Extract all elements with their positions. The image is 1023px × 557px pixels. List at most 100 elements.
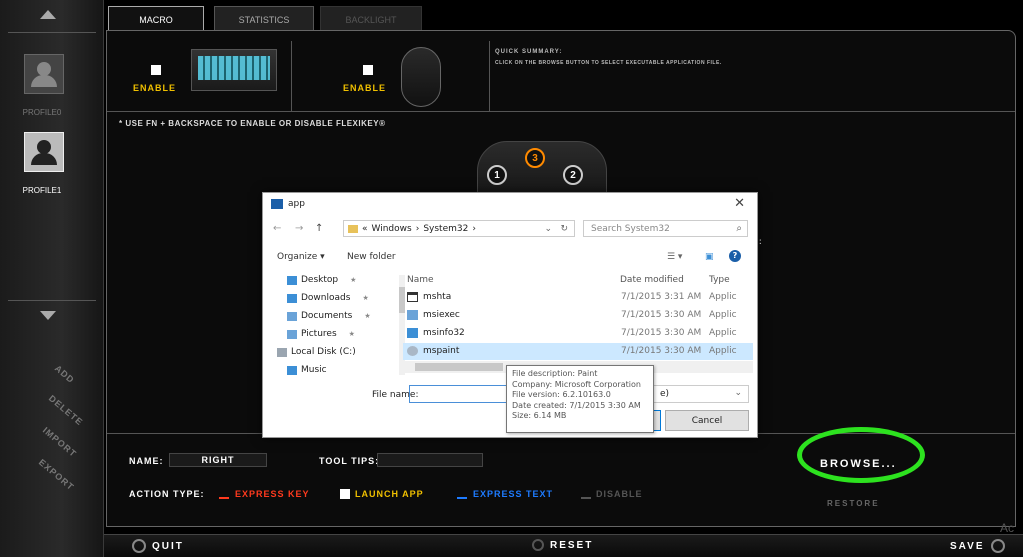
file-row[interactable]: msiexec 7/1/2015 3:30 AM Applic [403,307,753,324]
save-icon [990,539,1005,553]
organize-button[interactable]: Organize ▾ [277,252,325,262]
tooltip-line: File description: Paint [512,369,598,378]
nav-item-music[interactable]: Music [287,365,327,375]
help-icon[interactable]: ? [729,250,741,262]
reset-button[interactable]: RESET [532,539,593,551]
open-button[interactable] [653,410,661,431]
search-icon: ⌕ [736,223,742,234]
disable-option[interactable]: DISABLE [596,489,643,499]
save-button[interactable]: SAVE [950,539,1005,553]
launch-app-option[interactable]: LAUNCH APP [355,489,424,499]
pin-icon: ★ [350,276,357,284]
profile-avatar-1[interactable] [24,132,64,172]
file-date: 7/1/2015 3:30 AM [621,328,702,338]
preview-pane-icon[interactable]: ▣ [705,252,714,262]
keyboard-enable-checkbox[interactable] [151,65,161,75]
divider [291,41,292,111]
disable-radio[interactable] [581,489,591,499]
pin-icon: ★ [348,330,355,338]
file-row-selected[interactable]: mspaint 7/1/2015 3:30 AM Applic [403,343,753,360]
mouse-button-1[interactable]: 1 [487,165,507,185]
divider [8,32,96,33]
file-name: mshta [423,292,452,302]
nav-item-desktop[interactable]: Desktop ★ [287,275,356,285]
folder-icon [348,224,358,233]
search-input[interactable]: Search System32 ⌕ [583,220,748,237]
column-header-date[interactable]: Date modified [620,275,684,285]
file-date: 7/1/2015 3:31 AM [621,292,702,302]
close-icon[interactable]: ✕ [734,196,745,211]
express-key-option[interactable]: EXPRESS KEY [235,489,310,499]
reset-icon [532,539,544,551]
nav-item-downloads[interactable]: Downloads ★ [287,293,369,303]
mouse-button-2[interactable]: 2 [563,165,583,185]
name-field[interactable]: RIGHT [169,453,267,467]
system-info-icon [407,328,418,338]
divider [489,41,490,111]
column-header-name[interactable]: Name [407,275,434,285]
tab-statistics[interactable]: STATISTICS [214,6,314,32]
cancel-button[interactable]: Cancel [665,410,749,431]
keyboard-keys [198,56,270,80]
file-type-select[interactable]: e) ⌄ [653,385,749,403]
keyboard-image [191,49,277,91]
scrollbar-thumb[interactable] [415,363,503,371]
user-body-icon [31,75,57,87]
browse-button[interactable]: BROWSE... [820,458,897,470]
scroll-down-arrow-icon[interactable] [40,311,56,320]
address-part[interactable]: Windows [372,224,412,234]
express-key-radio[interactable] [219,489,229,499]
forward-arrow-icon[interactable]: → [295,223,303,234]
user-head-icon [37,140,51,154]
express-text-radio[interactable] [457,489,467,499]
export-profile-button[interactable]: EXPORT [37,457,76,492]
file-row[interactable]: mshta 7/1/2015 3:31 AM Applic [403,289,753,306]
address-bar[interactable]: « Windows › System32 › ⌄ ↻ [343,220,575,237]
user-body-icon [31,153,57,165]
left-rail: PROFILE0 PROFILE1 ADD DELETE IMPORT EXPO… [0,0,104,557]
restore-button[interactable]: RESTORE [827,499,880,508]
partial-label: : [759,237,763,246]
chevron-down-icon: ⌄ [734,388,742,398]
nav-item-label: Desktop [301,275,339,285]
documents-icon [287,311,297,321]
mouse-button-3[interactable]: 3 [525,148,545,168]
scroll-up-arrow-icon[interactable] [40,10,56,19]
delete-profile-button[interactable]: DELETE [47,393,85,427]
up-arrow-icon[interactable]: ↑ [315,223,323,234]
quit-button[interactable]: QUIT [132,539,184,553]
pictures-icon [287,329,297,339]
browse-highlight-ellipse [797,427,925,483]
address-part: › [415,223,420,234]
keyboard-enable-label: ENABLE [133,83,177,93]
search-placeholder: Search System32 [591,223,670,234]
express-text-option[interactable]: EXPRESS TEXT [473,489,553,499]
music-icon [287,365,297,375]
chevron-down-icon[interactable]: ⌄ [544,224,552,234]
file-type: Applic [709,292,737,302]
profile-avatar-0[interactable] [24,54,64,94]
view-options-icon[interactable]: ☰ ▾ [667,252,682,262]
new-folder-button[interactable]: New folder [347,252,396,262]
nav-item-label: Documents [301,311,353,321]
refresh-icon[interactable]: ↻ [560,224,568,234]
launch-app-radio[interactable] [340,489,350,499]
tab-macro[interactable]: MACRO [108,6,204,32]
back-arrow-icon[interactable]: ← [273,223,281,234]
pin-icon: ★ [362,294,369,302]
profile-label-1: PROFILE1 [22,186,62,195]
nav-item-documents[interactable]: Documents ★ [287,311,371,321]
add-profile-button[interactable]: ADD [53,363,77,385]
address-part[interactable]: System32 [423,224,468,234]
mouse-enable-checkbox[interactable] [363,65,373,75]
import-profile-button[interactable]: IMPORT [41,425,79,459]
file-name: mspaint [423,346,460,356]
column-header-type[interactable]: Type [709,275,730,285]
file-tooltip: File description: Paint Company: Microso… [506,365,654,433]
nav-item-local-disk[interactable]: Local Disk (C:) [277,347,356,357]
file-date: 7/1/2015 3:30 AM [621,310,702,320]
file-row[interactable]: msinfo32 7/1/2015 3:30 AM Applic [403,325,753,342]
nav-item-pictures[interactable]: Pictures ★ [287,329,355,339]
tooltips-field[interactable] [377,453,483,467]
tab-backlight[interactable]: BACKLIGHT [320,6,422,32]
